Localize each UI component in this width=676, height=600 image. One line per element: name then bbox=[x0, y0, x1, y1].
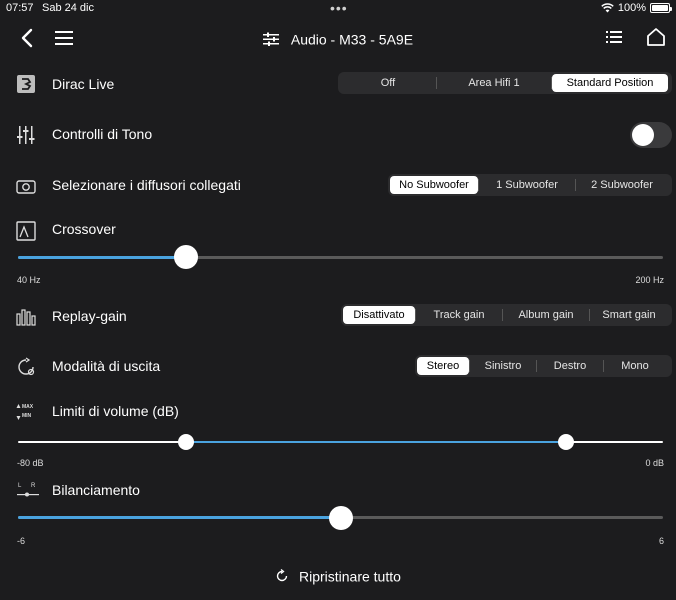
balance-max-label: 6 bbox=[658, 536, 664, 546]
balance-min-label: -6 bbox=[17, 536, 26, 546]
output-mode-option-sinistro[interactable]: Sinistro bbox=[470, 357, 536, 375]
reset-all-label: Ripristinare tutto bbox=[298, 568, 401, 585]
volume-limits-slider-fill bbox=[185, 441, 567, 443]
max-text: MAX bbox=[22, 404, 34, 410]
crossover-min-label: 40 Hz bbox=[17, 275, 41, 285]
output-mode-segmented-control: Stereo Sinistro Destro Mono bbox=[415, 355, 672, 377]
up-down-arrows-icon bbox=[16, 404, 21, 420]
dirac-option-area-hifi-1[interactable]: Area Hifi 1 bbox=[437, 74, 551, 92]
balance-icon: L R bbox=[17, 483, 39, 497]
replay-gain-option-track-gain[interactable]: Track gain bbox=[416, 306, 502, 324]
dirac-icon bbox=[17, 75, 35, 93]
status-right: 100% bbox=[601, 2, 672, 14]
min-text: MIN bbox=[22, 413, 32, 419]
dirac-option-off[interactable]: Off bbox=[340, 74, 436, 92]
page-title-text: Audio - M33 - 5A9E bbox=[290, 31, 414, 48]
battery-icon bbox=[650, 3, 672, 13]
toggle-knob bbox=[632, 124, 654, 146]
page-title: Audio - M33 - 5A9E bbox=[0, 30, 676, 47]
status-bar: 07:57 Sab 24 dic ••• 100% bbox=[0, 0, 676, 18]
status-date: Sab 24 dic bbox=[42, 2, 94, 14]
output-mode-option-stereo[interactable]: Stereo bbox=[417, 357, 469, 375]
replay-gain-label: Replay-gain bbox=[52, 308, 127, 324]
home-icon[interactable] bbox=[646, 27, 666, 47]
volume-limits-label: Limiti di volume (dB) bbox=[52, 403, 179, 419]
multitasking-dots-icon[interactable]: ••• bbox=[330, 0, 348, 16]
balance-line-icon bbox=[17, 492, 39, 497]
crossover-slider-thumb[interactable] bbox=[173, 245, 198, 269]
balance-slider-thumb[interactable] bbox=[328, 506, 353, 530]
output-mode-option-destro[interactable]: Destro bbox=[537, 357, 603, 375]
reset-all-button[interactable]: Ripristinare tutto bbox=[0, 567, 676, 584]
output-mode-option-mono[interactable]: Mono bbox=[604, 357, 666, 375]
speakers-label: Selezionare i diffusori collegati bbox=[52, 177, 241, 193]
crossover-max-label: 200 Hz bbox=[635, 275, 664, 285]
volume-limits-icon: MAX MIN bbox=[16, 403, 40, 421]
crossover-slider-fill bbox=[18, 256, 186, 259]
speaker-icon bbox=[16, 180, 36, 194]
replay-gain-segmented-control: Disattivato Track gain Album gain Smart … bbox=[341, 304, 672, 326]
speakers-option-no-subwoofer[interactable]: No Subwoofer bbox=[390, 176, 478, 194]
tone-controls-label: Controlli di Tono bbox=[52, 126, 153, 142]
output-mode-label: Modalità di uscita bbox=[52, 358, 161, 374]
dirac-label: Dirac Live bbox=[52, 76, 115, 92]
speakers-segmented-control: No Subwoofer 1 Subwoofer 2 Subwoofer bbox=[388, 174, 672, 196]
wifi-icon bbox=[601, 3, 614, 13]
status-time: 07:57 bbox=[6, 2, 34, 14]
replay-gain-option-smart-gain[interactable]: Smart gain bbox=[590, 306, 668, 324]
balance-label: Bilanciamento bbox=[52, 482, 140, 498]
battery-percent: 100% bbox=[617, 2, 646, 14]
crossover-label: Crossover bbox=[52, 221, 116, 237]
list-icon[interactable] bbox=[606, 30, 622, 44]
nav-bar: Audio - M33 - 5A9E bbox=[0, 18, 676, 60]
reset-icon bbox=[276, 569, 288, 582]
replay-gain-icon bbox=[16, 309, 36, 326]
replay-gain-option-album-gain[interactable]: Album gain bbox=[503, 306, 589, 324]
dirac-option-standard-position[interactable]: Standard Position bbox=[552, 74, 668, 92]
balance-slider-fill bbox=[18, 516, 341, 519]
crossover-icon bbox=[16, 221, 36, 241]
speakers-option-2-subwoofer[interactable]: 2 Subwoofer bbox=[576, 176, 668, 194]
equalizer-icon bbox=[262, 32, 279, 47]
replay-gain-option-disattivato[interactable]: Disattivato bbox=[343, 306, 415, 324]
speakers-option-1-subwoofer[interactable]: 1 Subwoofer bbox=[479, 176, 575, 194]
volume-max-thumb[interactable] bbox=[558, 434, 575, 450]
volume-min-label: -80 dB bbox=[17, 458, 44, 468]
volume-min-thumb[interactable] bbox=[177, 434, 194, 450]
dirac-segmented-control: Off Area Hifi 1 Standard Position bbox=[338, 72, 672, 94]
volume-max-label: 0 dB bbox=[645, 458, 664, 468]
tone-controls-toggle[interactable] bbox=[630, 122, 672, 148]
output-mode-icon bbox=[18, 357, 35, 376]
tone-sliders-icon bbox=[17, 126, 35, 144]
